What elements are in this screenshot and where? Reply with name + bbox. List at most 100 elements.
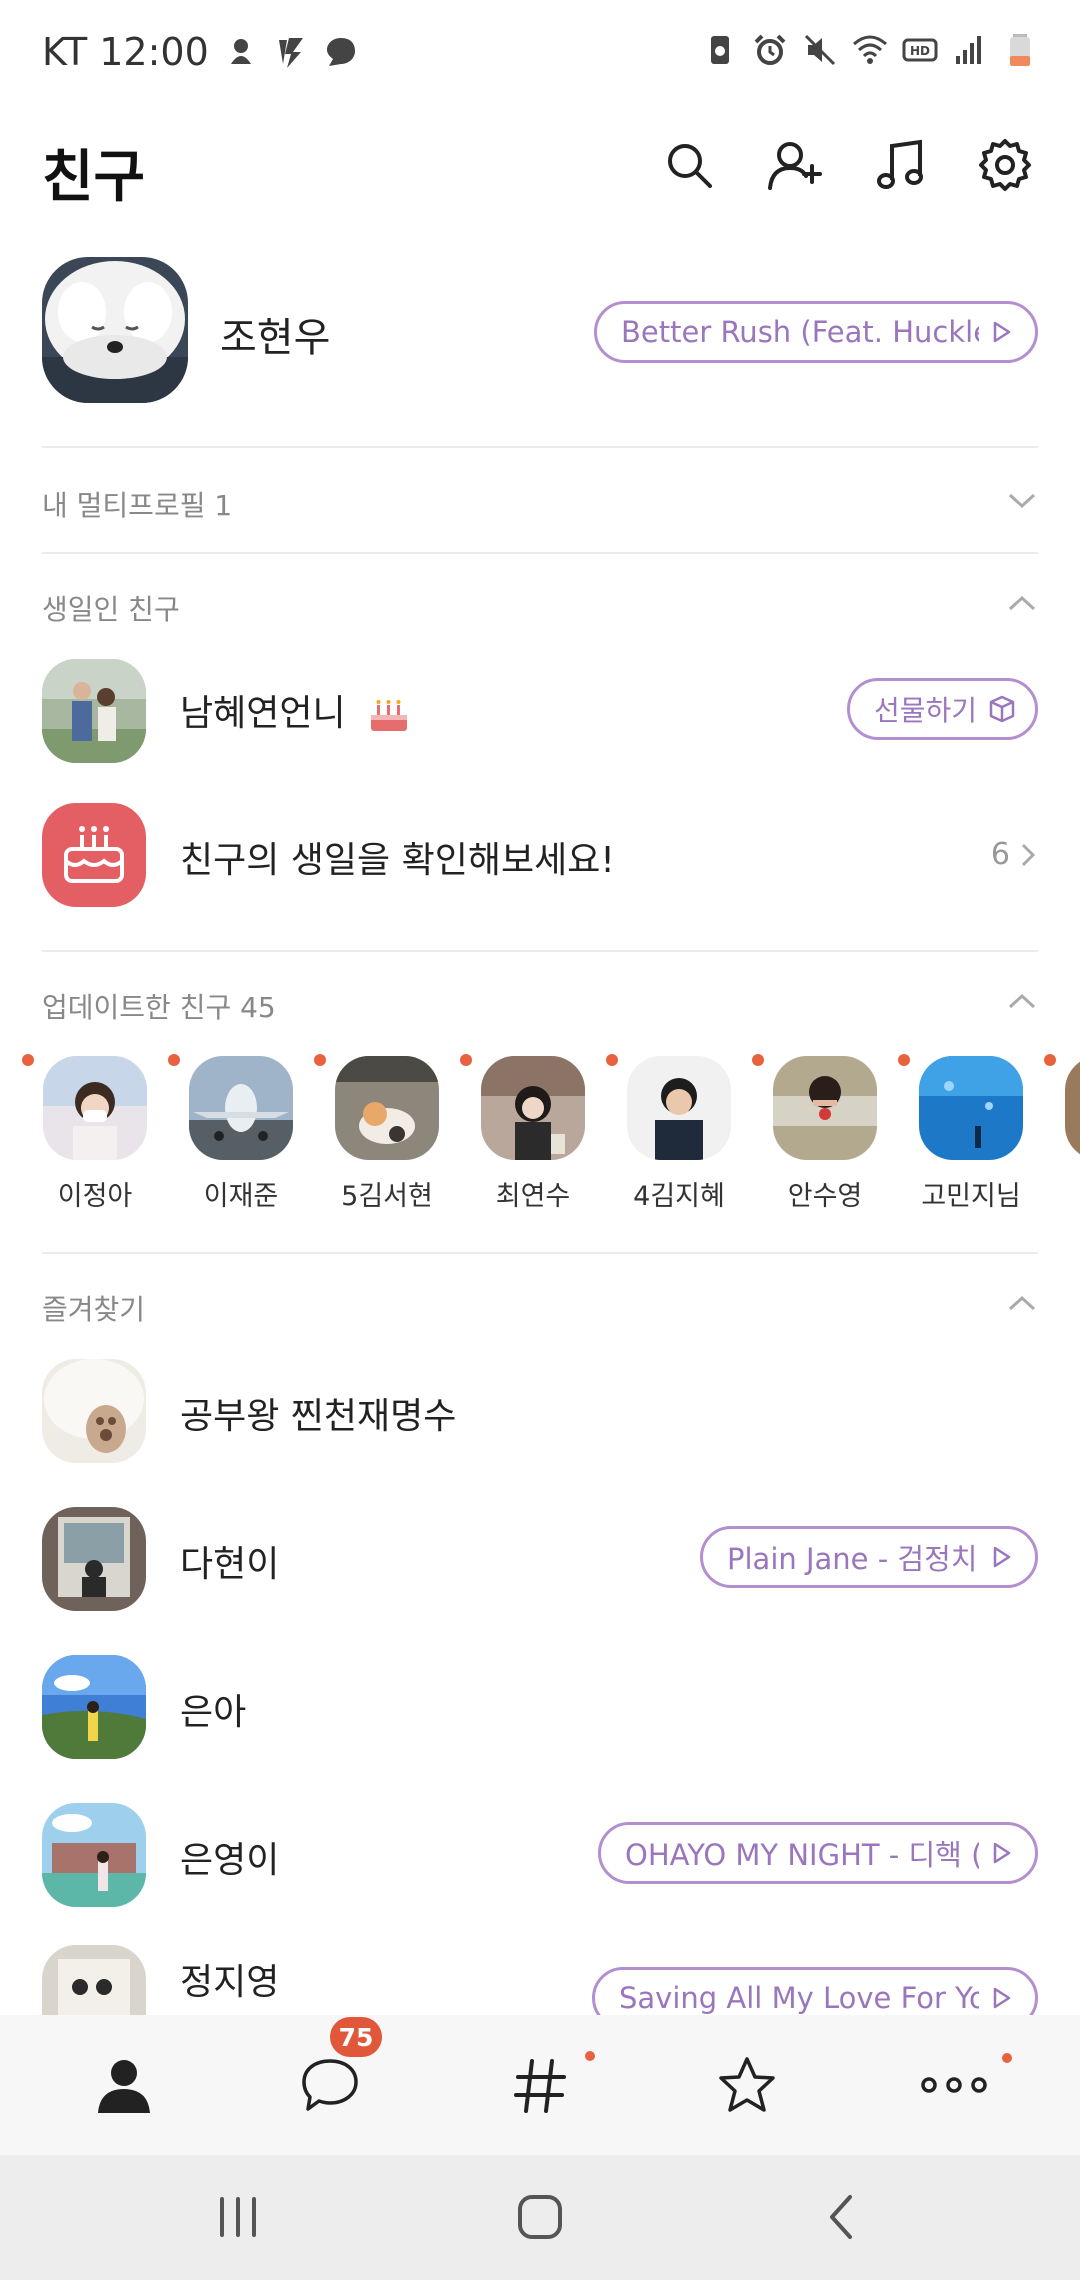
nav-chats-tab[interactable] (290, 2045, 370, 2125)
profile-music-pill[interactable]: Better Rush (Feat. Huckleb... (594, 301, 1038, 363)
favorite-music-title: OHAYO MY NIGHT - 디핵 (D... (625, 1838, 979, 1872)
favorite-row[interactable]: 은아 (0, 1651, 1080, 1781)
music-icon[interactable] (872, 136, 930, 194)
updated-friend-avatar[interactable] (335, 1056, 439, 1160)
back-icon[interactable] (812, 2187, 872, 2247)
favorite-avatar[interactable] (42, 1945, 146, 2015)
favorite-music-pill[interactable]: Saving All My Love For You... (592, 1967, 1038, 2015)
updated-friend-name: 5김서현 (341, 1181, 433, 1212)
birthday-friend-name-text: 남혜연언니 (180, 693, 346, 734)
chevron-down-icon[interactable] (1006, 484, 1038, 516)
nav-friends-tab[interactable] (84, 2045, 164, 2125)
my-profile-row[interactable]: 조현우 Better Rush (Feat. Huckleb... (0, 255, 1080, 445)
favorite-row[interactable]: 공부왕 찐천재명수 (0, 1355, 1080, 1485)
settings-gear-icon[interactable] (976, 136, 1034, 194)
updated-friend-avatar[interactable] (481, 1056, 585, 1160)
play-icon (993, 1546, 1011, 1568)
birthday-check-row[interactable]: 친구의 생일을 확인해보세요! 6 (0, 795, 1080, 915)
updated-friend[interactable]: 고민지님 (898, 1054, 1044, 1213)
recent-apps-icon[interactable] (208, 2187, 268, 2247)
notification-app-icon (230, 39, 251, 64)
nav-shopping-tab[interactable] (707, 2045, 787, 2125)
favorite-avatar[interactable] (42, 1359, 146, 1463)
bottom-nav: 75 (0, 2015, 1080, 2155)
carrier-time: KT 12:00 (42, 30, 209, 74)
updated-friend[interactable]: 구 (1044, 1054, 1080, 1213)
home-icon[interactable] (510, 2187, 570, 2247)
updated-friend[interactable]: 4김지혜 (606, 1054, 752, 1213)
updated-friend[interactable]: 안수영 (752, 1054, 898, 1213)
new-dot (752, 1054, 764, 1066)
chevron-right-icon (1021, 843, 1036, 866)
birthday-section-header[interactable]: 생일인 친구 (0, 554, 1080, 654)
chevron-up-icon[interactable] (1006, 986, 1038, 1018)
my-avatar[interactable] (42, 257, 188, 403)
profile-music-title: Better Rush (Feat. Huckleb... (621, 315, 979, 349)
new-dot (22, 1054, 34, 1066)
svg-text:HD: HD (910, 44, 930, 58)
person-icon (98, 2060, 150, 2113)
nav-view-tab[interactable] (500, 2045, 580, 2125)
updated-friends-strip[interactable]: 이정아 이재준 5김서현 최연수 4김지혜 안수영 고민지님 구 (0, 1050, 1080, 1220)
updated-friend[interactable]: 이정아 (22, 1054, 168, 1213)
updated-friend-name: 안수영 (787, 1181, 863, 1212)
couple-photo (42, 659, 146, 763)
view-new-dot (585, 2051, 595, 2061)
gift-icon (989, 695, 1015, 723)
favorite-name: 공부왕 찐천재명수 (180, 1396, 457, 1437)
friend-avatar[interactable] (42, 659, 146, 763)
chevron-up-icon[interactable] (1006, 588, 1038, 620)
chat-bubble-icon (302, 2059, 358, 2111)
header: 친구 (0, 110, 1080, 250)
system-nav-bar (0, 2155, 1080, 2280)
updated-friend-avatar[interactable] (189, 1056, 293, 1160)
updated-friend[interactable]: 5김서현 (314, 1054, 460, 1213)
updated-friend[interactable]: 최연수 (460, 1054, 606, 1213)
chat-unread-badge: 75 (330, 2017, 382, 2057)
play-icon (993, 1842, 1011, 1864)
battery-saver-icon (711, 36, 729, 64)
favorite-music-pill[interactable]: OHAYO MY NIGHT - 디핵 (D... (598, 1822, 1038, 1884)
chevron-up-icon[interactable] (1006, 1288, 1038, 1320)
favorite-avatar[interactable] (42, 1803, 146, 1907)
multi-profile-row[interactable]: 내 멀티프로필 1 (0, 448, 1080, 552)
favorite-row[interactable]: 은영이 OHAYO MY NIGHT - 디핵 (D... (0, 1799, 1080, 1929)
favorite-avatar[interactable] (42, 1655, 146, 1759)
star-icon (719, 2057, 775, 2112)
updated-section-label: 업데이트한 친구 45 (42, 991, 276, 1024)
notification-bolt-icon (278, 38, 303, 68)
hashtag-icon (514, 2059, 566, 2113)
updated-friend-avatar[interactable] (43, 1056, 147, 1160)
new-dot (606, 1054, 618, 1066)
updated-friend-avatar[interactable] (627, 1056, 731, 1160)
updated-friend-avatar[interactable] (773, 1056, 877, 1160)
birthday-cake-avatar (42, 803, 146, 907)
updated-friend[interactable]: 이재준 (168, 1054, 314, 1213)
favorites-section-label: 즐겨찾기 (42, 1293, 146, 1326)
favorite-row[interactable]: 다현이 Plain Jane - 검정치마 (0, 1503, 1080, 1633)
alarm-icon (754, 34, 786, 65)
play-icon (993, 1987, 1011, 2009)
status-bar: KT 12:00 HD (0, 0, 1080, 110)
new-dot (314, 1054, 326, 1066)
notification-chat-icon (326, 38, 355, 66)
more-icon (921, 2077, 987, 2093)
updated-friend-avatar[interactable] (919, 1056, 1023, 1160)
favorites-section-header[interactable]: 즐겨찾기 (0, 1254, 1080, 1350)
gift-button[interactable]: 선물하기 (846, 678, 1038, 740)
favorite-avatar[interactable] (42, 1507, 146, 1611)
new-dot (898, 1054, 910, 1066)
birthday-count: 6 (991, 837, 1038, 872)
favorite-name: 정지영 (180, 1962, 280, 2003)
favorite-row[interactable]: 정지영 Saving All My Love For You... (0, 1945, 1080, 2015)
new-dot (460, 1054, 472, 1066)
more-new-dot (1002, 2053, 1012, 2063)
my-name: 조현우 (220, 315, 331, 361)
favorite-music-pill[interactable]: Plain Jane - 검정치마 (700, 1526, 1038, 1588)
birthday-friend-row[interactable]: 남혜연언니 선물하기 (0, 655, 1080, 785)
add-friend-icon[interactable] (766, 136, 824, 194)
updated-friend-avatar[interactable] (1065, 1056, 1080, 1160)
nav-more-tab[interactable] (914, 2045, 994, 2125)
updated-section-header[interactable]: 업데이트한 친구 45 (0, 952, 1080, 1048)
search-icon[interactable] (660, 136, 718, 194)
